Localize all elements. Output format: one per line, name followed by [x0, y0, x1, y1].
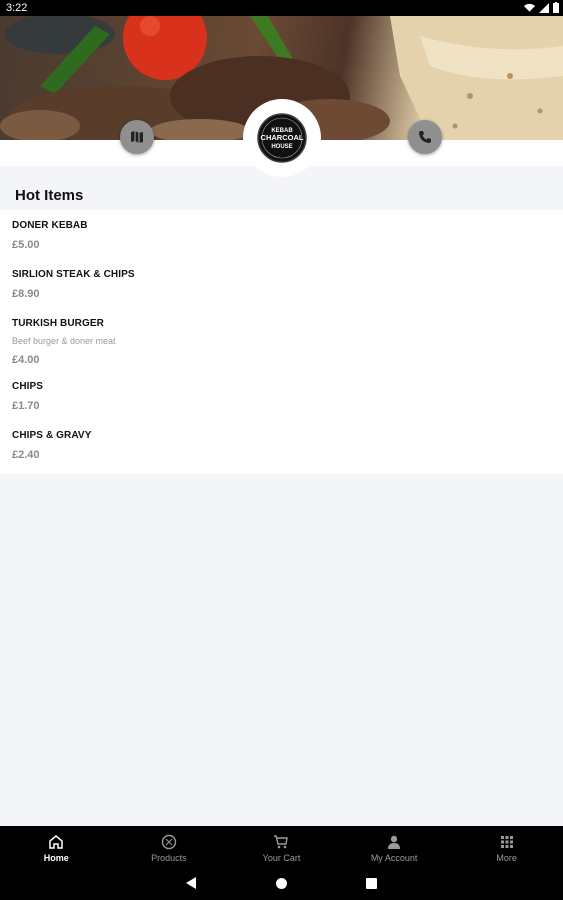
battery-icon: [553, 2, 559, 13]
item-price: £1.70: [12, 400, 40, 412]
products-icon: [161, 834, 177, 850]
status-time: 3:22: [6, 2, 28, 14]
account-icon: [388, 835, 401, 849]
status-bar: 3:22: [0, 0, 563, 16]
menu-item-chips-gravy[interactable]: CHIPS & GRAVY £2.40: [12, 430, 91, 461]
item-name: SIRLION STEAK & CHIPS: [12, 269, 135, 280]
menu-item-doner-kebab[interactable]: DONER KEBAB £5.00: [12, 220, 88, 251]
menu-item-turkish-burger[interactable]: TURKISH BURGER Beef burger & doner meat …: [12, 318, 116, 366]
nav-products-label: Products: [151, 853, 187, 863]
home-icon: [49, 835, 64, 849]
svg-text:HOUSE: HOUSE: [271, 144, 292, 150]
home-circle-icon[interactable]: [276, 878, 287, 889]
nav-account[interactable]: My Account: [338, 826, 451, 868]
section-title: Hot Items: [15, 187, 84, 204]
nav-cart[interactable]: Your Cart: [225, 826, 338, 868]
item-name: DONER KEBAB: [12, 220, 88, 231]
svg-text:CHARCOAL: CHARCOAL: [261, 133, 304, 142]
section-header: Hot Items: [0, 166, 563, 210]
back-icon[interactable]: [186, 877, 196, 889]
phone-button[interactable]: [408, 120, 442, 154]
nav-products[interactable]: Products: [113, 826, 226, 868]
item-name: CHIPS & GRAVY: [12, 430, 92, 441]
system-nav-bar: [0, 868, 563, 900]
recents-icon[interactable]: [366, 878, 377, 889]
bottom-nav: Home Products Your Cart My Account More: [0, 826, 563, 868]
menu-item-chips[interactable]: CHIPS £1.70: [12, 381, 43, 412]
item-description: Beef burger & doner meat: [12, 336, 116, 346]
item-price: £8.90: [12, 288, 40, 300]
map-icon: [131, 131, 143, 143]
cart-icon: [274, 835, 289, 849]
nav-more-label: More: [496, 853, 517, 863]
map-button[interactable]: [120, 120, 154, 154]
signal-icon: [539, 2, 549, 13]
item-name: CHIPS: [12, 381, 44, 392]
wifi-icon: [524, 3, 535, 12]
item-name: TURKISH BURGER: [12, 318, 104, 329]
item-price: £4.00: [12, 354, 40, 366]
hot-items-list: DONER KEBAB £5.00 SIRLION STEAK & CHIPS …: [0, 210, 563, 474]
nav-more[interactable]: More: [450, 826, 563, 868]
nav-account-label: My Account: [370, 853, 418, 863]
item-price: £2.40: [12, 449, 40, 461]
logo-badge: KEBAB CHARCOAL HOUSE: [257, 113, 307, 163]
status-icons: [524, 2, 559, 13]
nav-home[interactable]: Home: [0, 826, 113, 868]
menu-item-sirlion-steak-chips[interactable]: SIRLION STEAK & CHIPS £8.90: [12, 269, 135, 300]
item-price: £5.00: [12, 239, 40, 251]
nav-cart-label: Your Cart: [262, 853, 301, 863]
phone-icon: [419, 131, 431, 143]
nav-home-label: Home: [43, 853, 69, 863]
grid-icon: [500, 836, 513, 848]
